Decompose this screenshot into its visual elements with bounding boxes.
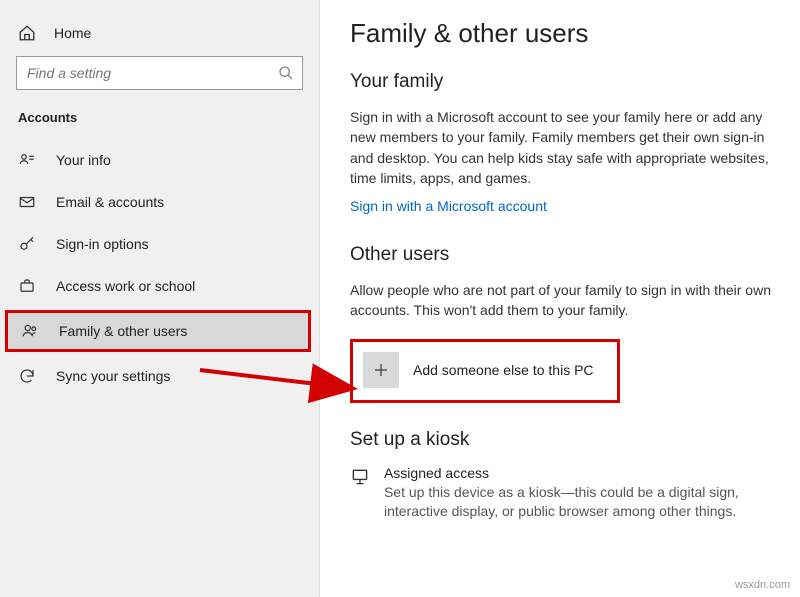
sidebar-item-label: Access work or school bbox=[56, 278, 195, 294]
sidebar: Home Accounts Your info Email & accounts… bbox=[0, 0, 320, 597]
watermark: wsxdn.com bbox=[735, 579, 790, 591]
home-icon bbox=[18, 24, 36, 42]
assigned-access-title: Assigned access bbox=[384, 465, 778, 481]
mail-icon bbox=[18, 193, 36, 211]
search-icon bbox=[278, 65, 294, 81]
sidebar-item-your-info[interactable]: Your info bbox=[0, 139, 319, 181]
search-box[interactable] bbox=[16, 56, 303, 90]
assigned-access-desc: Set up this device as a kiosk—this could… bbox=[384, 483, 778, 522]
page-title: Family & other users bbox=[350, 18, 778, 49]
sidebar-item-signin-options[interactable]: Sign-in options bbox=[0, 223, 319, 265]
add-someone-label: Add someone else to this PC bbox=[413, 362, 594, 378]
category-label: Accounts bbox=[0, 110, 319, 139]
signin-link[interactable]: Sign in with a Microsoft account bbox=[350, 198, 547, 214]
people-icon bbox=[21, 322, 39, 340]
plus-icon bbox=[363, 352, 399, 388]
main-content: Family & other users Your family Sign in… bbox=[320, 0, 800, 597]
family-body: Sign in with a Microsoft account to see … bbox=[350, 107, 778, 188]
sync-icon bbox=[18, 367, 36, 385]
sidebar-item-label: Sync your settings bbox=[56, 368, 170, 384]
kiosk-heading: Set up a kiosk bbox=[350, 429, 778, 451]
monitor-icon bbox=[350, 467, 370, 492]
briefcase-icon bbox=[18, 277, 36, 295]
key-icon bbox=[18, 235, 36, 253]
person-card-icon bbox=[18, 151, 36, 169]
other-users-heading: Other users bbox=[350, 244, 778, 266]
sidebar-item-family-other[interactable]: Family & other users bbox=[5, 310, 311, 352]
other-users-body: Allow people who are not part of your fa… bbox=[350, 280, 778, 321]
home-label: Home bbox=[54, 25, 91, 41]
sidebar-item-label: Your info bbox=[56, 152, 111, 168]
family-heading: Your family bbox=[350, 71, 778, 93]
add-someone-button[interactable]: Add someone else to this PC bbox=[350, 339, 620, 403]
sidebar-item-label: Sign-in options bbox=[56, 236, 149, 252]
sidebar-item-email-accounts[interactable]: Email & accounts bbox=[0, 181, 319, 223]
search-input[interactable] bbox=[27, 65, 278, 81]
sidebar-item-access-work[interactable]: Access work or school bbox=[0, 265, 319, 307]
home-button[interactable]: Home bbox=[0, 16, 319, 56]
sidebar-item-label: Family & other users bbox=[59, 323, 187, 339]
sidebar-item-label: Email & accounts bbox=[56, 194, 164, 210]
assigned-access-item[interactable]: Assigned access Set up this device as a … bbox=[350, 465, 778, 522]
sidebar-item-sync[interactable]: Sync your settings bbox=[0, 355, 319, 397]
